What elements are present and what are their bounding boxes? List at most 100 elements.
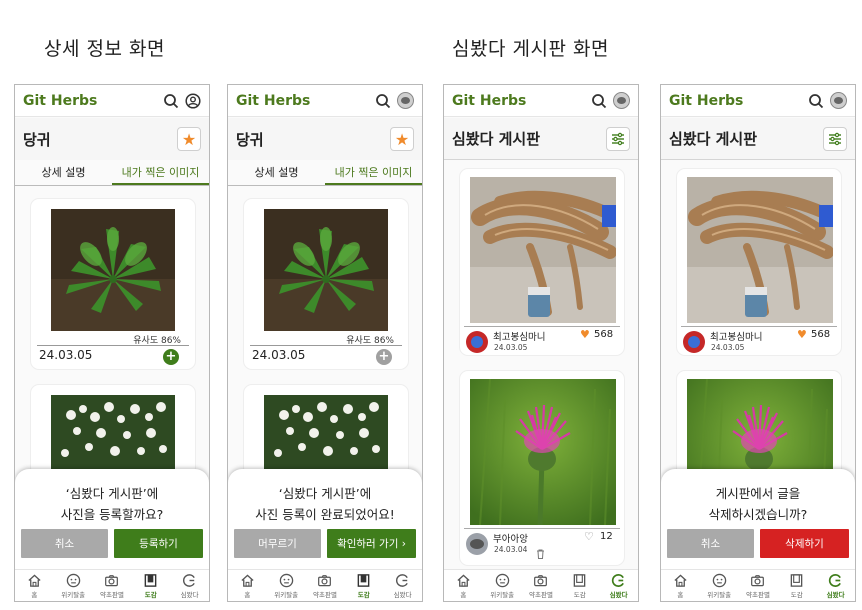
tab-my-images[interactable]: 내가 찍은 이미지	[112, 163, 209, 185]
add-to-board-button[interactable]: +	[163, 349, 179, 365]
book-icon	[144, 573, 157, 587]
search-icon[interactable]	[808, 93, 824, 109]
bottom-nav: 홈 위키탈출 약초판별 도감 심봤다	[444, 569, 638, 601]
app-bar: Git Herbs	[661, 85, 855, 117]
search-icon[interactable]	[163, 93, 179, 109]
nav-label-encyclopedia: 도감	[790, 590, 803, 599]
author-avatar[interactable]	[466, 533, 488, 555]
tab-description[interactable]: 상세 설명	[228, 163, 325, 185]
favorite-star-icon[interactable]: ★	[177, 127, 201, 151]
book-icon	[357, 573, 370, 587]
nav-label-board: 심봤다	[393, 590, 412, 599]
ginseng-root-photo	[687, 177, 833, 323]
tab-my-images[interactable]: 내가 찍은 이미지	[325, 163, 422, 185]
nav-wiki[interactable]: 위키탈출	[700, 570, 739, 601]
heart-filled-icon[interactable]: ♥	[797, 328, 807, 341]
app-bar: Git Herbs	[444, 85, 638, 117]
nav-identify[interactable]: 약초판별	[93, 570, 132, 601]
nav-encyclopedia[interactable]: 도감	[560, 570, 599, 601]
flower-photo	[264, 395, 388, 475]
nav-encyclopedia[interactable]: 도감	[777, 570, 816, 601]
post-card[interactable]: 최고봉심마니 24.03.05 ♥ 568	[677, 169, 841, 355]
cancel-button[interactable]: 취소	[21, 529, 108, 558]
nav-home[interactable]: 홈	[661, 570, 700, 601]
nav-home[interactable]: 홈	[444, 570, 483, 601]
image-card-2[interactable]	[244, 385, 408, 475]
section-title-board: 심봤다 게시판 화면	[452, 38, 609, 60]
trash-icon[interactable]	[536, 544, 545, 559]
post-date: 24.03.04	[494, 545, 528, 554]
nav-wiki[interactable]: 위키탈출	[483, 570, 522, 601]
cancel-button[interactable]: 취소	[667, 529, 754, 558]
nav-board[interactable]: 심봤다	[383, 570, 422, 601]
home-icon	[241, 573, 254, 587]
profile-icon[interactable]	[185, 92, 201, 109]
nav-label-encyclopedia: 도감	[573, 590, 586, 599]
post-card[interactable]: 최고봉심마니 24.03.05 ♥ 568	[460, 169, 624, 355]
camera-icon	[751, 574, 765, 586]
nav-label-home: 홈	[31, 590, 38, 599]
phone-detail-complete: Git Herbs 당귀 ★ 상세 설명 내가 찍은 이미지 유사도 86% 2…	[227, 84, 423, 602]
nav-board[interactable]: 심봤다	[816, 570, 855, 601]
nav-board[interactable]: 심봤다	[170, 570, 209, 601]
heart-outline-icon[interactable]: ♡	[584, 530, 594, 543]
nav-label-board: 심봤다	[609, 590, 628, 599]
face-icon	[279, 573, 293, 587]
home-icon	[28, 573, 41, 587]
image-card-2[interactable]	[31, 385, 195, 475]
like-count: 12	[600, 531, 613, 542]
nav-label-wiki: 위키탈출	[274, 590, 299, 599]
post-card[interactable]: 부아아앙 24.03.04 ♡ 12	[460, 371, 624, 565]
tab-description[interactable]: 상세 설명	[15, 163, 112, 185]
search-icon[interactable]	[375, 93, 391, 109]
nav-identify[interactable]: 약초판별	[739, 570, 778, 601]
filter-icon[interactable]	[606, 126, 630, 151]
image-card[interactable]: 유사도 86% 24.03.05 +	[31, 199, 195, 369]
brand-logo: Git Herbs	[23, 92, 98, 109]
nav-home[interactable]: 홈	[15, 570, 54, 601]
post-date: 24.03.05	[494, 343, 528, 352]
post-date: 24.03.05	[711, 343, 745, 352]
ginseng-root-photo	[470, 177, 616, 323]
nav-label-home: 홈	[244, 590, 251, 599]
register-button[interactable]: 등록하기	[114, 529, 203, 558]
nav-home[interactable]: 홈	[228, 570, 267, 601]
nav-label-identify: 약초판별	[313, 590, 337, 599]
home-icon	[457, 573, 470, 587]
nav-label-wiki: 위키탈출	[490, 590, 515, 599]
favorite-star-icon[interactable]: ★	[390, 127, 414, 151]
image-card[interactable]: 유사도 86% 24.03.05 +	[244, 199, 408, 369]
delete-button[interactable]: 삭제하기	[760, 529, 849, 558]
add-to-board-button-disabled[interactable]: +	[376, 349, 392, 365]
author-avatar[interactable]	[466, 331, 488, 353]
nav-identify[interactable]: 약초판별	[306, 570, 345, 601]
stay-button[interactable]: 머무르기	[234, 529, 321, 558]
author-avatar[interactable]	[683, 331, 705, 353]
register-dialog: ‘심봤다 게시판’에 사진을 등록할까요? 취소 등록하기	[15, 469, 209, 571]
page-title: 심봤다 게시판	[669, 130, 758, 148]
phone-board-delete: Git Herbs 심봤다 게시판 최고봉심마니 24.03.05 ♥ 568 …	[660, 84, 856, 602]
heart-filled-icon[interactable]: ♥	[580, 328, 590, 341]
nav-label-identify: 약초판별	[100, 590, 124, 599]
go-check-button[interactable]: 확인하러 가기 ›	[327, 529, 416, 558]
nav-wiki[interactable]: 위키탈출	[267, 570, 306, 601]
nav-encyclopedia[interactable]: 도감	[344, 570, 383, 601]
user-avatar-icon[interactable]	[830, 92, 847, 109]
post-author: 최고봉심마니	[493, 332, 546, 343]
user-avatar-icon[interactable]	[397, 92, 414, 109]
camera-icon	[534, 574, 548, 586]
nav-board[interactable]: 심봤다	[599, 570, 638, 601]
nav-identify[interactable]: 약초판별	[522, 570, 561, 601]
nav-encyclopedia[interactable]: 도감	[131, 570, 170, 601]
home-icon	[674, 573, 687, 587]
user-avatar-icon[interactable]	[613, 92, 630, 109]
nav-label-identify: 약초판별	[746, 590, 770, 599]
search-icon[interactable]	[591, 93, 607, 109]
nav-wiki[interactable]: 위키탈출	[54, 570, 93, 601]
thistle-photo	[470, 379, 616, 525]
dialog-line-2: 삭제하시겠습니까?	[708, 507, 808, 522]
brand-logo: Git Herbs	[669, 92, 744, 109]
filter-icon[interactable]	[823, 126, 847, 151]
board-icon	[183, 573, 195, 587]
app-bar: Git Herbs	[228, 85, 422, 117]
